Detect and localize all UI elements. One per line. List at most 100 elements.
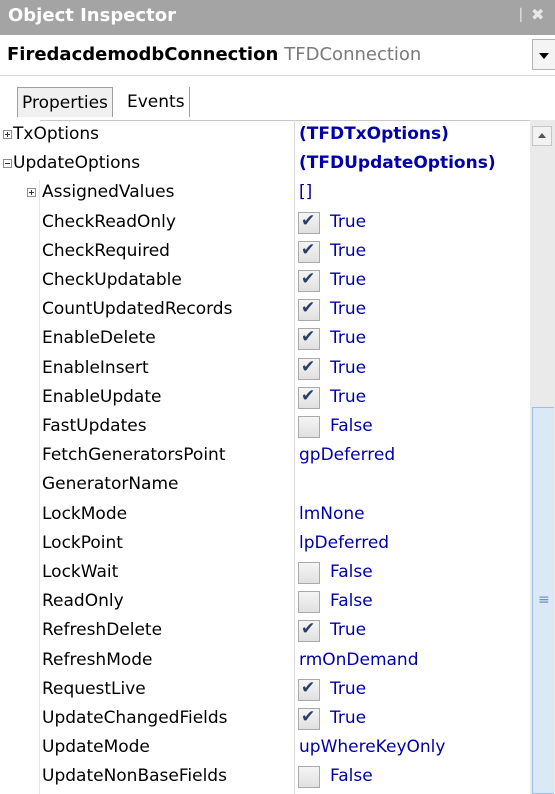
vertical-scrollbar[interactable]: ≡ — [530, 120, 555, 794]
property-name: CheckUpdatable — [42, 270, 182, 290]
property-name: EnableInsert — [42, 357, 149, 378]
property-row[interactable]: ReadOnly False — [0, 588, 530, 617]
property-name: UpdateOptions — [13, 153, 141, 174]
scroll-thumb[interactable]: ≡ — [532, 407, 554, 794]
checkbox-unchecked[interactable] — [298, 766, 320, 789]
property-row[interactable]: EnableInsert True — [0, 355, 530, 384]
checkbox-checked[interactable] — [298, 678, 320, 701]
property-row[interactable]: CheckRequired True — [0, 238, 530, 267]
property-row[interactable]: EnableDelete True — [0, 325, 530, 354]
property-value[interactable]: False — [330, 562, 373, 582]
property-value[interactable]: True — [330, 328, 366, 348]
scroll-up-arrow-icon[interactable] — [532, 126, 552, 146]
checkbox-unchecked[interactable] — [298, 562, 320, 584]
property-value[interactable]: True — [330, 299, 366, 319]
property-value[interactable]: True — [330, 241, 366, 261]
property-row[interactable]: RefreshDelete True — [0, 617, 530, 646]
property-name: RefreshDelete — [42, 620, 163, 641]
property-name: UpdateChangedFields — [42, 708, 228, 728]
property-value[interactable]: True — [330, 679, 366, 699]
checkbox-unchecked[interactable] — [298, 591, 320, 614]
checkbox-unchecked[interactable] — [298, 416, 320, 438]
property-name: RequestLive — [42, 678, 146, 699]
checkbox-checked[interactable] — [298, 211, 320, 234]
property-name: CountUpdatedRecords — [42, 299, 233, 320]
property-row[interactable]: FastUpdates False — [0, 413, 530, 442]
property-name: FastUpdates — [42, 416, 147, 436]
property-name: RefreshMode — [42, 649, 153, 670]
object-class: TFDConnection — [284, 44, 422, 65]
property-name: LockWait — [42, 562, 119, 582]
property-row[interactable]: UpdateNonBaseFields False — [0, 763, 530, 792]
tab-properties[interactable]: Properties — [17, 87, 113, 117]
close-icon[interactable]: ✖ — [531, 5, 544, 24]
property-value[interactable]: True — [330, 270, 366, 290]
property-name: TxOptions — [13, 124, 100, 144]
property-row[interactable]: FetchGeneratorsPoint gpDeferred — [0, 442, 530, 471]
property-name: UpdateNonBaseFields — [42, 766, 227, 787]
property-row[interactable]: LockPoint lpDeferred — [0, 530, 530, 559]
property-row[interactable]: TxOptions (TFDTxOptions) — [0, 121, 530, 150]
tab-bar: Properties Events — [0, 76, 555, 121]
property-value[interactable]: False — [330, 416, 373, 436]
property-row[interactable]: CheckReadOnly True — [0, 209, 530, 238]
property-value[interactable]: False — [330, 591, 373, 611]
checkbox-checked[interactable] — [298, 327, 320, 351]
property-name: EnableDelete — [42, 328, 156, 349]
property-value[interactable]: True — [330, 358, 366, 378]
property-value[interactable]: False — [330, 766, 373, 786]
property-name: FetchGeneratorsPoint — [42, 445, 226, 466]
property-row[interactable]: CountUpdatedRecords True — [0, 296, 530, 325]
tab-events[interactable]: Events — [123, 87, 190, 117]
property-row[interactable]: RefreshMode rmOnDemand — [0, 647, 530, 676]
property-row[interactable]: UpdateOptions (TFDUpdateOptions) — [0, 150, 530, 179]
property-row[interactable]: UpdateChangedFields True — [0, 705, 530, 734]
checkbox-checked[interactable] — [298, 707, 320, 730]
property-value[interactable]: True — [330, 212, 366, 232]
property-name: EnableUpdate — [42, 386, 162, 407]
property-value[interactable]: True — [330, 387, 366, 407]
checkbox-checked[interactable] — [298, 357, 320, 380]
property-name: UpdateMode — [42, 737, 150, 758]
property-row[interactable]: EnableUpdate True — [0, 384, 530, 413]
collapse-icon[interactable] — [3, 159, 12, 169]
expand-icon[interactable] — [3, 130, 12, 139]
property-value[interactable]: True — [330, 708, 366, 728]
property-value[interactable]: gpDeferred — [299, 445, 395, 465]
property-name: LockMode — [42, 503, 128, 524]
property-row[interactable]: AssignedValues [] — [0, 179, 530, 208]
property-value[interactable]: lpDeferred — [299, 533, 389, 553]
property-value[interactable]: True — [330, 620, 366, 640]
checkbox-checked[interactable] — [298, 269, 320, 292]
checkbox-checked[interactable] — [298, 298, 320, 322]
property-value[interactable]: [] — [299, 182, 312, 202]
expand-icon[interactable] — [27, 188, 36, 198]
property-name: LockPoint — [42, 532, 123, 553]
property-row[interactable]: GeneratorName — [0, 471, 530, 500]
property-row[interactable]: RequestLive True — [0, 676, 530, 705]
property-name: CheckRequired — [42, 240, 170, 261]
property-name: GeneratorName — [42, 474, 179, 495]
property-value[interactable]: (TFDUpdateOptions) — [299, 153, 496, 173]
property-value[interactable]: upWhereKeyOnly — [299, 737, 445, 757]
property-name: AssignedValues — [42, 182, 175, 203]
property-row[interactable]: LockWait False — [0, 559, 530, 588]
checkbox-checked[interactable] — [298, 386, 320, 409]
title-bar: Object Inspector ▕ ✖ — [0, 0, 555, 35]
object-name: FiredacdemodbConnection TFDConnection — [7, 44, 422, 65]
property-value[interactable]: (TFDTxOptions) — [299, 124, 449, 144]
property-row[interactable]: LockMode lmNone — [0, 501, 530, 530]
property-value[interactable]: rmOnDemand — [299, 650, 419, 670]
scroll-grip-icon: ≡ — [538, 592, 550, 608]
property-row[interactable]: CheckUpdatable True — [0, 267, 530, 296]
checkbox-checked[interactable] — [298, 240, 320, 263]
property-value[interactable]: lmNone — [299, 504, 365, 524]
property-row[interactable]: UpdateMode upWhereKeyOnly — [0, 734, 530, 763]
object-selector[interactable]: FiredacdemodbConnection TFDConnection — [0, 35, 555, 76]
window-title: Object Inspector — [8, 5, 176, 26]
checkbox-checked[interactable] — [298, 619, 320, 643]
object-dropdown-button[interactable] — [532, 39, 555, 70]
property-name: CheckReadOnly — [42, 211, 176, 232]
property-grid: TxOptions (TFDTxOptions) UpdateOptions (TFD… — [0, 120, 530, 794]
pin-icon[interactable]: ▕ — [512, 8, 521, 22]
